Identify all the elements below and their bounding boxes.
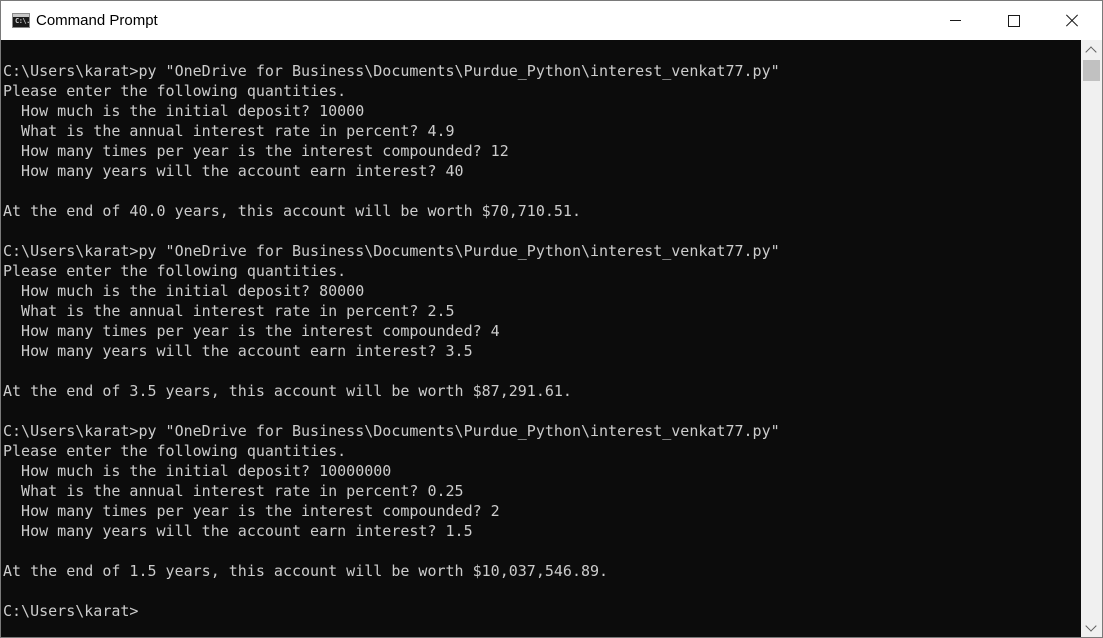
console-line: How many years will the account earn int… [3,162,464,180]
console-lines: C:\Users\karat>py "OneDrive for Business… [3,61,780,621]
console-line: Please enter the following quantities. [3,262,347,280]
console-line: C:\Users\karat>py "OneDrive for Business… [3,62,780,80]
console-line: C:\Users\karat>py "OneDrive for Business… [3,242,780,260]
console-line: How much is the initial deposit? 80000 [3,282,365,300]
minimize-icon [950,20,961,21]
cmd-icon-text: C:\. [15,17,30,25]
console-line: C:\Users\karat>py "OneDrive for Business… [3,422,780,440]
minimize-button[interactable] [927,1,985,40]
console-line: How many years will the account earn int… [3,342,473,360]
console-line: At the end of 40.0 years, this account w… [3,202,581,220]
vertical-scrollbar[interactable] [1081,40,1102,637]
console-line: How many times per year is the interest … [3,502,500,520]
console-line: How many times per year is the interest … [3,322,500,340]
console-line: How many times per year is the interest … [3,142,509,160]
scroll-up-button[interactable] [1081,40,1102,58]
console-line: At the end of 1.5 years, this account wi… [3,562,609,580]
console-line: At the end of 3.5 years, this account wi… [3,382,572,400]
console-line: C:\Users\karat> [3,602,139,620]
scroll-down-button[interactable] [1081,619,1102,637]
console-line: How many years will the account earn int… [3,522,473,540]
console-line: How much is the initial deposit? 1000000… [3,462,392,480]
console-line: What is the annual interest rate in perc… [3,302,455,320]
maximize-icon [1008,15,1020,27]
console-output[interactable]: C:\Users\karat>py "OneDrive for Business… [1,40,1081,637]
cmd-icon[interactable]: C:\. [12,13,30,28]
close-icon [1066,14,1078,26]
console-line: What is the annual interest rate in perc… [3,122,455,140]
command-prompt-window: C:\. Command Prompt C:\Users\karat>py "O… [0,0,1103,638]
window-title: Command Prompt [36,12,158,29]
scrollbar-thumb[interactable] [1083,60,1100,81]
chevron-up-icon [1085,46,1097,58]
maximize-button[interactable] [985,1,1043,40]
console-line: Please enter the following quantities. [3,82,347,100]
console-line: What is the annual interest rate in perc… [3,482,464,500]
title-bar[interactable]: C:\. Command Prompt [1,1,1102,40]
console-line: Please enter the following quantities. [3,442,347,460]
chevron-down-icon [1085,620,1097,632]
close-button[interactable] [1043,1,1101,40]
console-line: How much is the initial deposit? 10000 [3,102,365,120]
